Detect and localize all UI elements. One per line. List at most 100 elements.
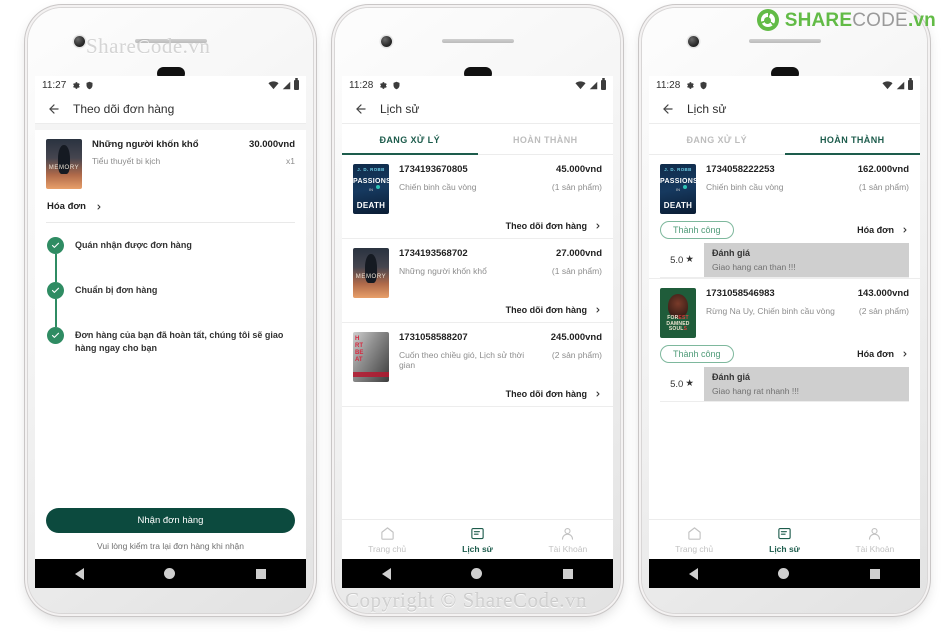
invoice-link[interactable]: Hóa đơn [857,349,909,359]
system-recents-icon[interactable] [869,568,880,579]
earpiece-speaker [441,39,514,43]
history-icon [471,527,484,539]
phone3-tabs: ĐANG XỬ LÝ HOÀN THÀNH [649,124,920,155]
order-books: Rừng Na Uy, Chiến binh cầu vòng [706,306,835,316]
page-title: Theo dõi đơn hàng [73,101,175,116]
check-icon [47,282,64,299]
sharecode-logo: SHARECODE.vn [756,9,936,31]
page-title: Lịch sử [687,101,727,116]
earpiece-speaker [748,39,821,43]
system-home-icon[interactable] [471,568,483,579]
receive-order-button[interactable]: Nhận đơn hàng [46,508,295,533]
back-arrow-icon[interactable] [661,102,675,116]
tab-processing[interactable]: ĐANG XỬ LÝ [342,124,478,155]
nav-item-home[interactable]: Trang chủ [342,520,432,559]
order-price: 143.000vnd [857,288,909,299]
order-list-item[interactable]: FOREST DAMNED SOULS 1731058546983 Rừng Na … [649,278,920,367]
gear-icon [687,81,695,89]
battery-icon [908,78,913,90]
track-order-link[interactable]: Theo dõi đơn hàng [353,389,602,399]
nav-item-home[interactable]: Trang chủ [649,520,739,559]
timeline-connector [55,254,57,282]
phone1-app-bar: Theo dõi đơn hàng [35,94,306,124]
nav-item-history[interactable]: Lịch sử [739,520,829,559]
shield-icon [393,81,400,89]
review-score: 5.0 ★ [660,367,704,401]
order-list-item[interactable]: J. D. ROBB PASSIONS IN DEATH 1734193670805 … [342,155,613,239]
sharecode-logo-icon [756,9,779,31]
logo-share-text: SHARE [784,9,853,31]
review-score-value: 5.0 [670,378,684,390]
gear-icon [380,81,388,89]
home-icon [380,526,394,540]
nav-item-account[interactable]: Tài Khoản [830,520,920,559]
review-text: Giao hang rat nhanh !!! [712,386,799,396]
nav-item-account[interactable]: Tài Khoản [523,520,613,559]
product-name: Những người khốn khổ [92,139,199,150]
chevron-right-icon [903,351,907,357]
back-arrow-icon[interactable] [354,102,368,116]
wifi-icon [268,80,279,89]
track-order-label: Theo dõi đơn hàng [505,389,587,399]
invoice-label: Hóa đơn [857,349,894,359]
nav-label-account: Tài Khoản [548,543,588,554]
order-list-item[interactable]: 1734193568702 Những người khốn khổ 27.00… [342,239,613,323]
track-order-link[interactable]: Theo dõi đơn hàng [353,305,602,315]
tab-completed[interactable]: HOÀN THÀNH [784,124,921,155]
phone2-screen: 11:28 Lịch sử ĐANG XỬ LÝ HOÀN THÀNH J. D… [342,76,613,559]
invoice-link[interactable]: Hóa đơn [35,193,306,222]
book-cover-image: FOREST DAMNED SOULS [660,288,696,338]
page-title: Lịch sử [380,101,420,116]
order-item-count: (2 sản phẩm) [551,350,602,360]
android-system-bar [649,559,920,588]
system-home-icon[interactable] [164,568,176,579]
check-icon [47,327,64,344]
order-id: 1734193568702 [399,248,468,259]
order-books: Những người khốn khổ [399,266,487,276]
nav-item-history[interactable]: Lịch sử [432,520,522,559]
account-icon [562,527,574,540]
chevron-right-icon [596,391,600,397]
review-score-value: 5.0 [670,254,684,266]
system-recents-icon[interactable] [255,568,266,579]
battery-icon [294,78,299,90]
nav-label-history: Lịch sử [769,543,800,554]
book-cover-image [46,139,82,189]
order-history-list: J. D. ROBB PASSIONS IN DEATH 1734193670805 … [342,155,613,407]
status-badge: Thành công [660,221,734,239]
status-time: 11:27 [42,79,67,91]
track-order-link[interactable]: Theo dõi đơn hàng [353,221,602,231]
star-icon: ★ [685,254,694,266]
system-recents-icon[interactable] [562,568,573,579]
order-list-item[interactable]: J. D. ROBB PASSIONS IN DEATH 1734058222253 … [649,155,920,243]
system-back-icon[interactable] [382,567,392,580]
signal-icon [589,81,598,89]
system-home-icon[interactable] [778,568,790,579]
android-system-bar [35,559,306,588]
order-price: 245.000vnd [550,332,602,343]
order-item-count: (1 sản phẩm) [551,266,602,276]
order-id: 1734193670805 [399,164,468,175]
nav-label-history: Lịch sử [462,543,493,554]
phone2-bottom-nav: Trang chủ Lịch sử Tài Khoản [342,519,613,559]
tab-processing[interactable]: ĐANG XỬ LÝ [649,124,785,154]
invoice-link[interactable]: Hóa đơn [857,225,909,235]
back-arrow-icon[interactable] [47,102,61,116]
system-back-icon[interactable] [75,567,85,580]
order-list-item[interactable]: 1731058588207 Cuốn theo chiều gió, Lịch … [342,323,613,407]
book-cover-image: J. D. ROBB PASSIONS IN DEATH [353,164,389,214]
book-cover-image: J. D. ROBB PASSIONS IN DEATH [660,164,696,214]
phone2-app-bar: Lịch sử [342,94,613,124]
tab-completed[interactable]: HOÀN THÀNH [478,124,614,154]
chevron-right-icon [97,204,101,209]
chevron-right-icon [596,307,600,313]
signal-icon [282,81,291,89]
order-price: 45.000vnd [556,164,602,175]
review-title: Đánh giá [712,372,751,382]
system-back-icon[interactable] [689,567,699,580]
android-system-bar [342,559,613,588]
timeline-step-label: Chuẩn bị đơn hàng [75,285,158,295]
track-order-label: Theo dõi đơn hàng [505,221,587,231]
nav-label-home: Trang chủ [368,543,407,554]
phone-mockup-3: 11:28 Lịch sử ĐANG XỬ LÝ HOÀN THÀNH J. D… [642,8,927,613]
